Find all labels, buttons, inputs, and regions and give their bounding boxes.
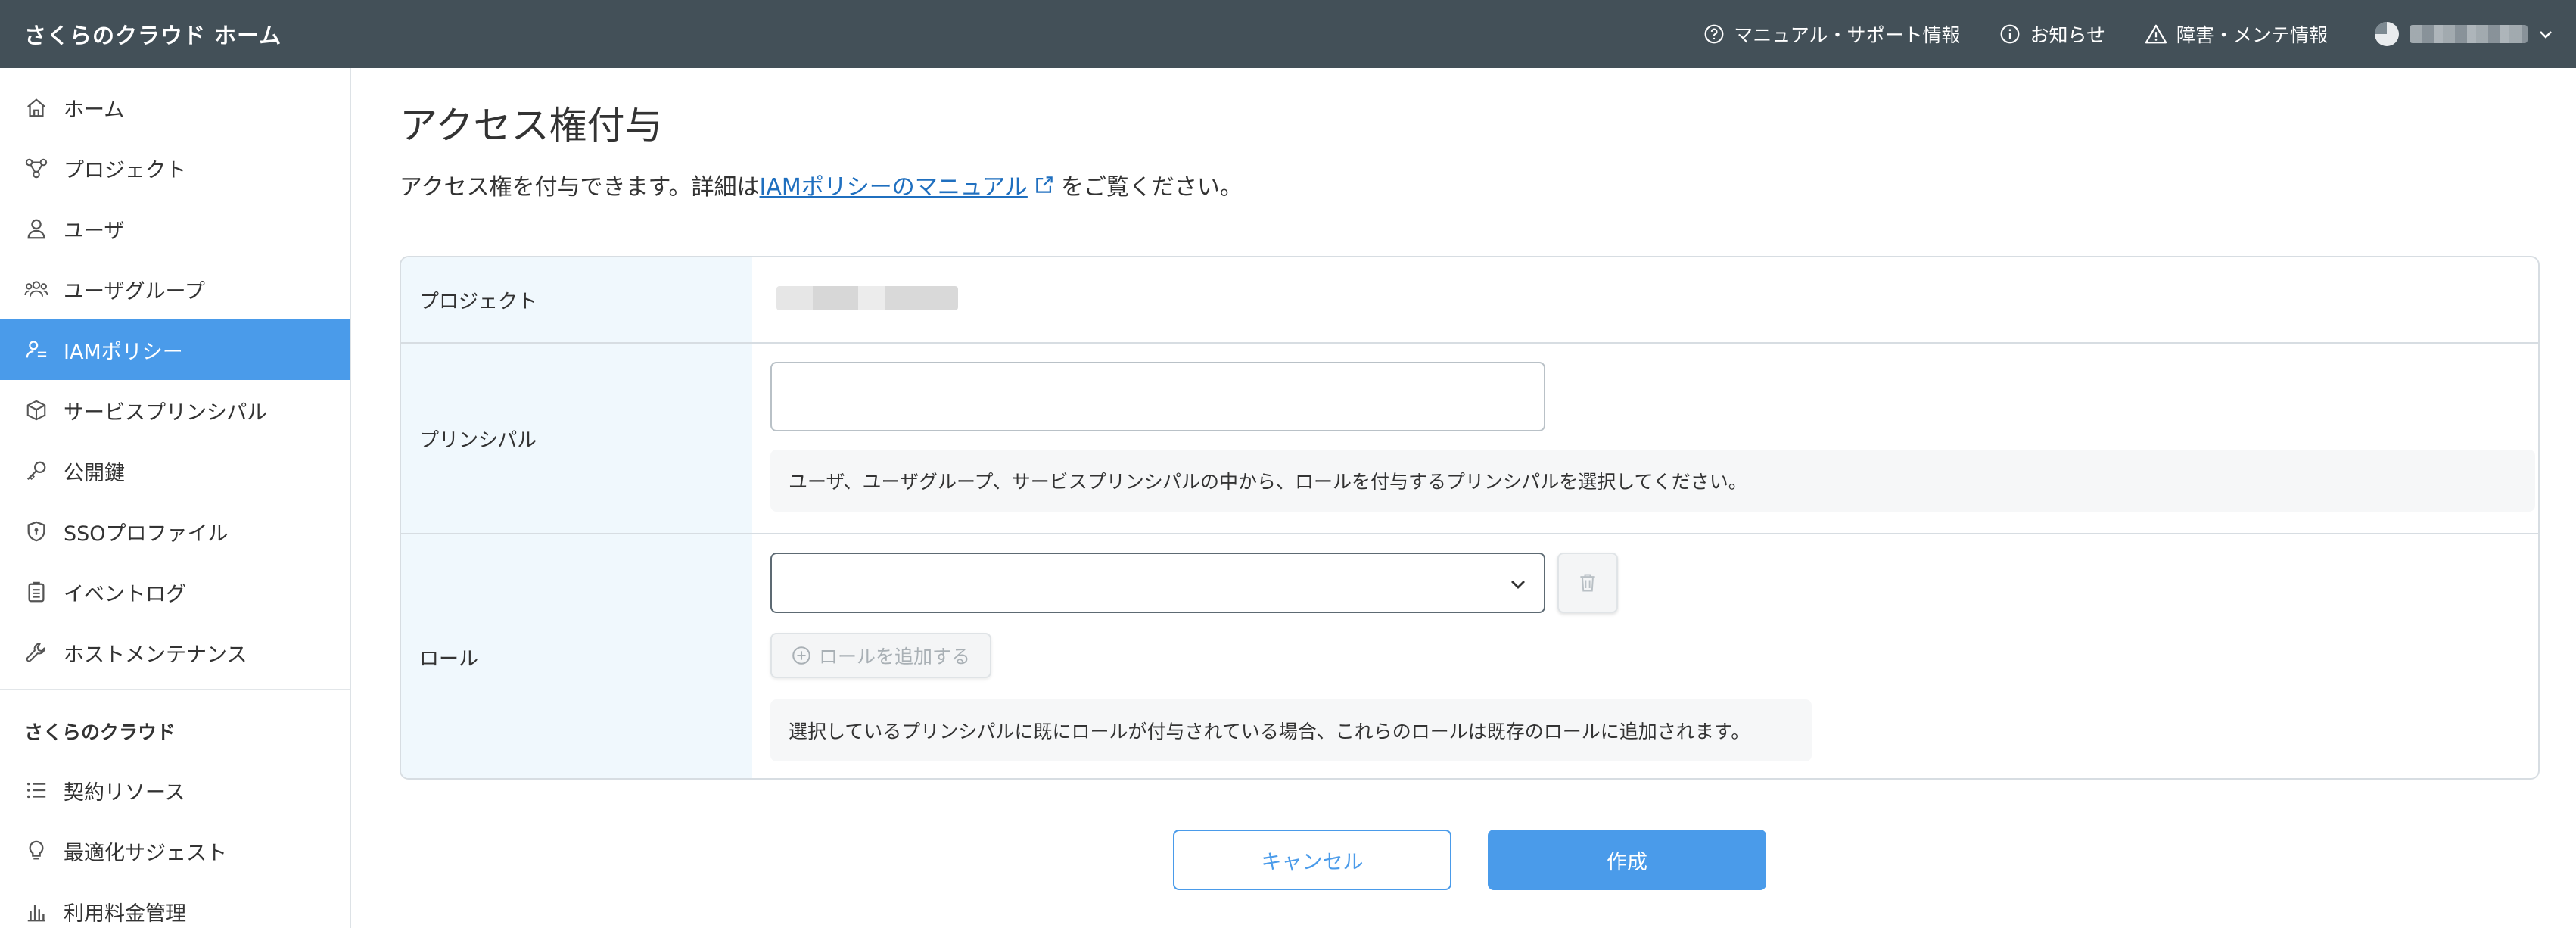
home-icon (24, 95, 48, 120)
header-nav-label: マニュアル・サポート情報 (1734, 24, 1961, 46)
key-icon (24, 459, 48, 483)
principal-label: プリンシパル (401, 344, 752, 533)
page-title: アクセス権付与 (400, 104, 663, 148)
sidebar-item-label: ホストメンテナンス (64, 643, 247, 667)
cube-icon (24, 398, 48, 422)
project-label: プロジェクト (401, 257, 752, 342)
principal-input[interactable] (770, 362, 1545, 431)
project-value (752, 257, 2538, 342)
sidebar-item-iam-policy[interactable]: IAMポリシー (0, 319, 350, 380)
header-nav: マニュアル・サポート情報 お知らせ 障害・メンテ情報 (1664, 0, 2576, 68)
trash-icon (1580, 574, 1595, 592)
sidebar-divider (0, 689, 350, 690)
principal-help-text: ユーザ、ユーザグループ、サービスプリンシパルの中から、ロールを付与するプリンシパ… (770, 450, 2535, 512)
sidebar-item-label: 利用料金管理 (64, 902, 186, 926)
header-incident-maintenance[interactable]: 障害・メンテ情報 (2145, 20, 2328, 48)
header-news[interactable]: お知らせ (1999, 20, 2105, 48)
sidebar-item-label: ユーザ (64, 219, 125, 243)
sidebar-item-service-principal[interactable]: サービスプリンシパル (0, 380, 350, 441)
sidebar-item-billing[interactable]: 利用料金管理 (0, 881, 350, 928)
delete-role-button[interactable] (1557, 553, 1618, 613)
role-select[interactable] (770, 553, 1545, 613)
sidebar-item-project[interactable]: プロジェクト (0, 138, 350, 198)
sidebar-item-public-key[interactable]: 公開鍵 (0, 441, 350, 501)
wrench-icon (24, 640, 48, 665)
sidebar-item-label: サービスプリンシパル (64, 400, 268, 425)
iam-policy-icon (24, 338, 48, 362)
plus-circle-icon (792, 646, 810, 665)
project-nodes-icon (24, 156, 48, 180)
bar-chart-icon (24, 899, 48, 923)
shield-icon (24, 519, 48, 543)
role-help-text: 選択しているプリンシパルに既にロールが付与されている場合、これらのロールは既存の… (770, 699, 1812, 761)
form-row-principal: プリンシパル ユーザ、ユーザグループ、サービスプリンシパルの中から、ロールを付与… (401, 344, 2538, 534)
form-row-project: プロジェクト (401, 257, 2538, 344)
form-row-role: ロール ロールを追加する 選択しているプリンシパルに既にロールが付与されている場… (401, 534, 2538, 778)
lightbulb-icon (24, 839, 48, 863)
sidebar-item-contract-resources[interactable]: 契約リソース (0, 760, 350, 821)
header-nav-label: お知らせ (2030, 24, 2105, 46)
brand-title[interactable]: さくらのクラウド ホーム (0, 18, 282, 50)
account-menu[interactable] (2373, 20, 2555, 48)
sidebar-item-label: イベントログ (64, 582, 186, 606)
sidebar-item-user[interactable]: ユーザ (0, 198, 350, 259)
sidebar: ホーム プロジェクト ユーザ ユーザグループ IAMポリシー サービスプリンシパ… (0, 68, 351, 928)
add-role-button[interactable]: ロールを追加する (770, 633, 991, 678)
create-button[interactable]: 作成 (1488, 830, 1766, 890)
role-label: ロール (401, 534, 752, 778)
sidebar-item-label: ホーム (64, 98, 125, 122)
clipboard-icon (24, 580, 48, 604)
top-header: さくらのクラウド ホーム マニュアル・サポート情報 お知らせ 障害・メンテ情報 (0, 0, 2576, 68)
main-content: アクセス権付与 アクセス権を付与できます。詳細は IAMポリシーのマニュアル を… (400, 68, 2540, 780)
header-manual-support[interactable]: マニュアル・サポート情報 (1703, 20, 1960, 48)
sidebar-item-label: IAMポリシー (64, 340, 183, 364)
list-icon (24, 778, 48, 802)
account-name-redacted (2410, 25, 2528, 43)
chevron-down-icon (1511, 581, 1525, 589)
role-body: ロールを追加する 選択しているプリンシパルに既にロールが付与されている場合、これ… (752, 534, 2538, 778)
page-description: アクセス権を付与できます。詳細は IAMポリシーのマニュアル をご覧ください。 (400, 168, 2540, 201)
page-description-prefix: アクセス権を付与できます。詳細は (400, 174, 760, 201)
sidebar-item-label: 公開鍵 (64, 461, 125, 485)
sidebar-section-title: さくらのクラウド (24, 721, 176, 743)
page-description-suffix: をご覧ください。 (1060, 174, 1243, 201)
external-link-icon[interactable] (1034, 174, 1055, 195)
sidebar-item-label: SSOプロファイル (64, 522, 229, 546)
sidebar-item-label: ユーザグループ (64, 279, 205, 304)
cancel-button[interactable]: キャンセル (1173, 830, 1451, 890)
user-group-icon (24, 277, 48, 301)
sidebar-item-optimization-suggest[interactable]: 最適化サジェスト (0, 821, 350, 881)
sidebar-item-label: プロジェクト (64, 158, 186, 182)
help-circle-icon (1704, 24, 1724, 44)
user-icon (24, 216, 48, 241)
sidebar-item-label: 契約リソース (64, 780, 185, 805)
sidebar-item-event-log[interactable]: イベントログ (0, 562, 350, 622)
sidebar-item-sso-profile[interactable]: SSOプロファイル (0, 501, 350, 562)
chevron-down-icon (2540, 31, 2552, 39)
header-nav-label: 障害・メンテ情報 (2176, 24, 2328, 46)
iam-policy-manual-link[interactable]: IAMポリシーのマニュアル (760, 168, 1028, 201)
add-role-label: ロールを追加する (818, 646, 970, 668)
sidebar-item-home[interactable]: ホーム (0, 77, 350, 138)
project-name-redacted (776, 286, 958, 310)
sidebar-item-label: 最適化サジェスト (64, 841, 227, 865)
access-grant-form: プロジェクト プリンシパル ユーザ、ユーザグループ、サービスプリンシパルの中から… (400, 256, 2540, 780)
sidebar-item-user-group[interactable]: ユーザグループ (0, 259, 350, 319)
principal-body: ユーザ、ユーザグループ、サービスプリンシパルの中から、ロールを付与するプリンシパ… (752, 344, 2538, 533)
account-avatar-icon (2375, 22, 2399, 46)
app-root: さくらのクラウド ホーム マニュアル・サポート情報 お知らせ 障害・メンテ情報 (0, 0, 2576, 928)
sidebar-item-host-maintenance[interactable]: ホストメンテナンス (0, 622, 350, 683)
warning-triangle-icon (2145, 24, 2167, 44)
info-circle-icon (2001, 24, 2020, 44)
